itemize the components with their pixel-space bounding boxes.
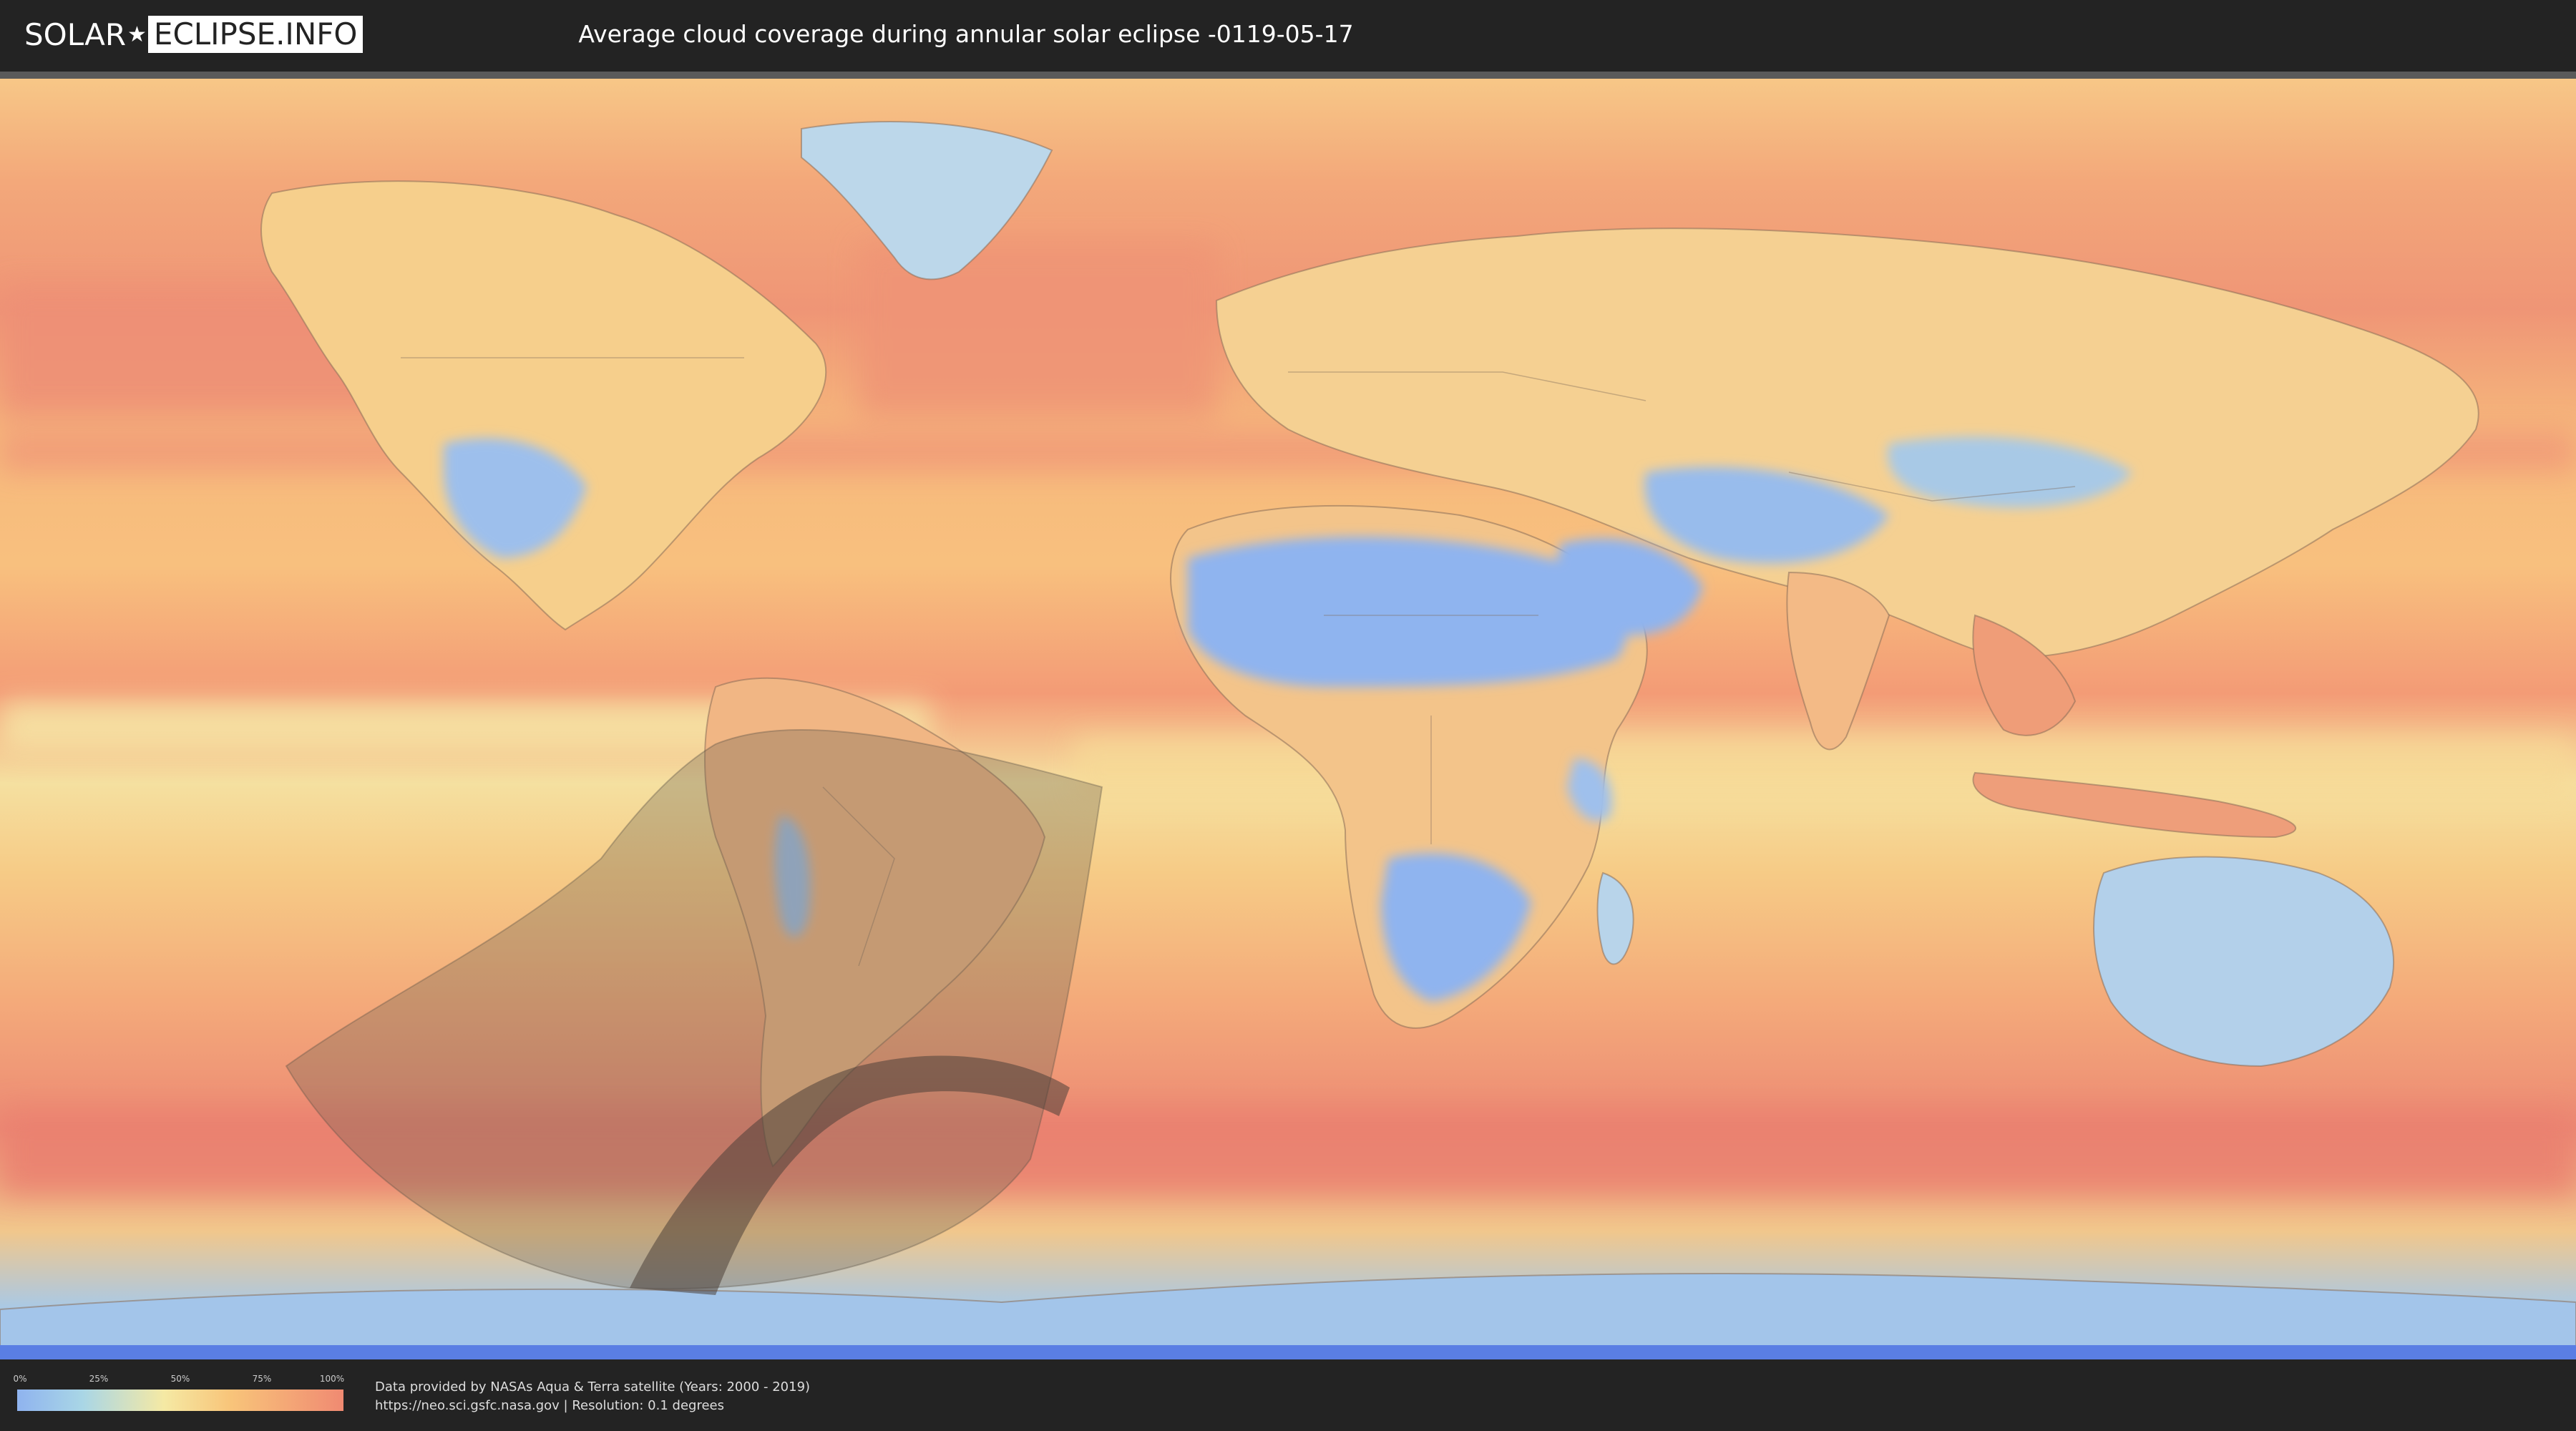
data-source-note: Data provided by NASAs Aqua & Terra sate… — [375, 1378, 810, 1415]
page-title: Average cloud coverage during annular so… — [578, 20, 1354, 48]
footer-bar: 0% 25% 50% 75% 100% Data provided by NAS… — [0, 1359, 2576, 1431]
legend-tick-50: 50% — [170, 1374, 190, 1384]
data-source-link[interactable]: https://neo.sci.gsfc.nasa.gov | Resoluti… — [375, 1397, 810, 1415]
data-source-line: Data provided by NASAs Aqua & Terra sate… — [375, 1379, 811, 1395]
cloud-coverage-map[interactable] — [0, 72, 2576, 1359]
header-bar: SOLAR ★ ECLIPSE.INFO Average cloud coverag… — [0, 0, 2576, 72]
legend-tick-100: 100% — [319, 1374, 345, 1384]
legend-tick-75: 75% — [252, 1374, 272, 1384]
legend-color-bar — [17, 1390, 343, 1411]
legend-tick-0: 0% — [13, 1374, 27, 1384]
polar-edge — [0, 1345, 2576, 1359]
legend-tick-25: 25% — [89, 1374, 109, 1384]
